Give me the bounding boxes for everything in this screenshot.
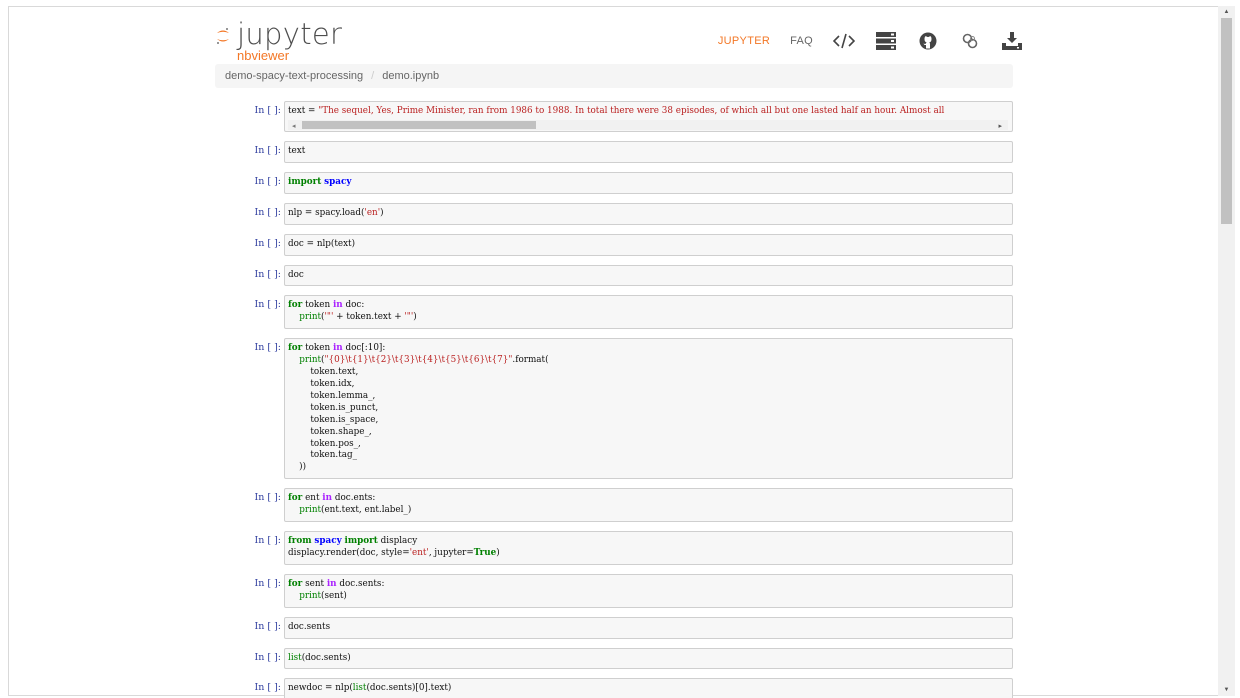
code-cell: In [ ]: from spacy import displacy displ… [215, 531, 1013, 565]
code-cell: In [ ]: doc [215, 264, 1013, 287]
code-cell: In [ ]: for ent in doc.ents: print(ent.t… [215, 488, 1013, 523]
cell-code: list(doc.sents) [288, 652, 351, 663]
cell-code: for token in doc: print('"' + token.text… [288, 300, 417, 323]
logo-wordmark: jupyter [237, 17, 343, 51]
github-icon[interactable] [917, 30, 939, 52]
code-cell: In [ ]: for sent in doc.sents: print(sen… [215, 573, 1013, 608]
server-icon[interactable] [875, 30, 897, 52]
cell-prompt: In [ ]: [254, 206, 281, 218]
cell-input[interactable]: import spacy [284, 171, 1013, 194]
breadcrumb-repo-link[interactable]: demo-spacy-text-processing [225, 70, 363, 82]
cell-prompt: In [ ]: [254, 492, 281, 504]
cell-input[interactable]: for sent in doc.sents: print(sent) [284, 573, 1013, 608]
code-cell: In [ ]: newdoc = nlp(list(doc.sents)[0].… [215, 678, 1013, 698]
cell-input[interactable]: doc [284, 264, 1013, 287]
logo-subtitle: nbviewer [237, 48, 290, 63]
cell-prompt: In [ ]: [254, 268, 281, 280]
download-icon[interactable] [1001, 30, 1023, 52]
code-string: '"' [404, 312, 414, 323]
code-cell: In [ ]: doc = nlp(text) [215, 233, 1013, 256]
jupyter-nbviewer-logo[interactable]: jupyter nbviewer [215, 17, 345, 63]
cell-prompt: In [ ]: [254, 535, 281, 547]
top-nav: JUPYTER FAQ [718, 25, 1023, 57]
cell-input[interactable]: doc = nlp(text) [284, 233, 1013, 256]
cell-prompt: In [ ]: [254, 237, 281, 249]
horizontal-scrollbar[interactable]: ◂ ▸ [288, 119, 1008, 131]
code-string: 'en' [364, 207, 381, 218]
cell-input[interactable]: newdoc = nlp(list(doc.sents)[0].text) [284, 678, 1013, 698]
cell-code: newdoc = nlp(list(doc.sents)[0].text) [288, 683, 452, 694]
cell-code: doc = nlp(text) [288, 238, 356, 249]
cell-prompt: In [ ]: [254, 651, 281, 663]
nav-jupyter-link[interactable]: JUPYTER [718, 35, 770, 47]
cell-code: for sent in doc.sents: print(sent) [288, 578, 385, 601]
cell-input[interactable]: text = "The sequel, Yes, Prime Minister,… [284, 101, 1013, 132]
binder-icon[interactable] [959, 30, 981, 52]
cell-code: nlp = spacy.load('en') [288, 207, 384, 218]
cell-prompt: In [ ]: [254, 144, 281, 156]
cell-code: text = "The sequel, Yes, Prime Minister,… [288, 106, 945, 116]
code-cell: In [ ]: doc.sents [215, 616, 1013, 639]
cell-prompt: In [ ]: [254, 299, 281, 311]
code-string: 'ent' [409, 547, 429, 558]
cell-code: from spacy import displacy displacy.rend… [288, 536, 500, 558]
scrollbar-thumb[interactable] [302, 120, 536, 129]
cell-input[interactable]: for ent in doc.ents: print(ent.text, ent… [284, 488, 1013, 523]
cell-input[interactable]: doc.sents [284, 616, 1013, 639]
cell-prompt: In [ ]: [254, 682, 281, 694]
nbviewer-header: jupyter nbviewer JUPYTER FAQ [215, 15, 1023, 67]
code-cell: In [ ]: for token in doc[:10]: print("{0… [215, 338, 1013, 480]
cell-code: doc [288, 269, 304, 280]
scroll-down-icon[interactable]: ▼ [1218, 684, 1235, 696]
cell-code: for token in doc[:10]: print("{0}\t{1}\t… [288, 343, 549, 473]
cell-prompt: In [ ]: [254, 620, 281, 632]
notebook: In [ ]: text = "The sequel, Yes, Prime M… [215, 101, 1013, 698]
cell-input[interactable]: list(doc.sents) [284, 647, 1013, 670]
cell-code: for ent in doc.ents: print(ent.text, ent… [288, 493, 412, 516]
page-scrollbar-thumb[interactable] [1221, 18, 1232, 224]
cell-prompt: In [ ]: [254, 175, 281, 187]
cell-prompt: In [ ]: [254, 342, 281, 354]
code-cell: In [ ]: list(doc.sents) [215, 647, 1013, 670]
cell-code: doc.sents [288, 621, 331, 632]
cell-input[interactable]: from spacy import displacy displacy.rend… [284, 531, 1013, 565]
scroll-left-icon[interactable]: ◂ [292, 121, 296, 131]
code-cell: In [ ]: nlp = spacy.load('en') [215, 202, 1013, 225]
cell-input[interactable]: for token in doc[:10]: print("{0}\t{1}\t… [284, 338, 1013, 480]
page-vertical-scrollbar[interactable]: ▲ ▼ [1218, 6, 1235, 696]
code-string: "{0}\t{1}\t{2}\t{3}\t{4}\t{5}\t{6}\t{7}" [324, 355, 513, 366]
cell-input[interactable]: text [284, 140, 1013, 163]
jupyter-logo-icon [217, 28, 229, 44]
breadcrumb-separator: / [371, 70, 375, 82]
breadcrumb: demo-spacy-text-processing / demo.ipynb [215, 64, 1013, 88]
nav-faq-link[interactable]: FAQ [790, 35, 813, 47]
code-icon[interactable] [833, 30, 855, 52]
scroll-up-icon[interactable]: ▲ [1218, 6, 1235, 18]
cell-prompt: In [ ]: [254, 577, 281, 589]
cell-code: import spacy [288, 176, 352, 187]
cell-prompt: In [ ]: [254, 105, 281, 116]
code-cell: In [ ]: import spacy [215, 171, 1013, 194]
cell-input[interactable]: for token in doc: print('"' + token.text… [284, 295, 1013, 330]
cell-input[interactable]: nlp = spacy.load('en') [284, 202, 1013, 225]
cell-code: text [288, 145, 306, 156]
code-cell: In [ ]: for token in doc: print('"' + to… [215, 295, 1013, 330]
code-string: "The sequel, Yes, Prime Minister, ran fr… [318, 106, 945, 116]
code-cell: In [ ]: text = "The sequel, Yes, Prime M… [215, 101, 1013, 132]
code-string: '"' [324, 312, 334, 323]
code-cell: In [ ]: text [215, 140, 1013, 163]
breadcrumb-file-link[interactable]: demo.ipynb [382, 70, 439, 82]
scroll-right-icon[interactable]: ▸ [998, 121, 1002, 131]
